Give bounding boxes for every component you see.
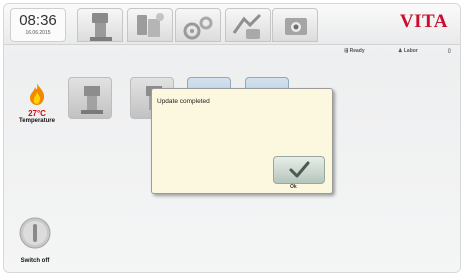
checkmark-icon	[289, 161, 310, 178]
settings-icon	[183, 16, 213, 40]
furnace-program-icon	[81, 86, 103, 114]
status-ready-label: Ready	[349, 48, 365, 54]
temperature-value: 27°C	[28, 109, 46, 118]
tab-service[interactable]	[225, 8, 271, 42]
program-button-1[interactable]	[68, 77, 112, 119]
tab-settings[interactable]	[175, 8, 221, 42]
ok-button[interactable]	[273, 156, 325, 184]
dialog-message: Update completed	[157, 98, 210, 105]
status-user-label: Labor	[403, 48, 418, 54]
switch-off-label: Switch off	[20, 258, 50, 264]
tab-programs[interactable]	[127, 8, 173, 42]
flame-icon	[30, 83, 45, 105]
door-icon: ⇶	[344, 48, 349, 54]
vita-logo: VITA	[399, 11, 448, 32]
user-icon: ♟	[398, 48, 403, 54]
service-icon	[232, 13, 262, 39]
update-dialog: Update completed Ok	[151, 88, 333, 194]
ok-label: Ok	[290, 184, 297, 190]
tab-photo[interactable]	[272, 8, 318, 42]
furnace-icon	[90, 13, 112, 41]
programs-icon	[137, 13, 164, 37]
clock-time: 08:36	[19, 12, 57, 29]
temperature-label: Temperature	[19, 118, 55, 124]
status-user: ♟ Labor	[398, 48, 418, 54]
clock: 08:36 16.06.2015	[10, 8, 66, 42]
status-more-icon: ▯	[448, 48, 451, 54]
power-icon[interactable]	[18, 216, 52, 250]
switch-off-control[interactable]: Switch off	[12, 216, 58, 264]
header-bar: 08:36 16.06.2015 VITA	[4, 4, 460, 45]
furnace-screen: 08:36 16.06.2015 VITA ⇶ Ready ♟ Labor ▯ …	[3, 3, 461, 273]
clock-date: 16.06.2015	[25, 30, 51, 36]
tab-furnace[interactable]	[77, 8, 123, 42]
status-ready: ⇶ Ready	[344, 48, 365, 54]
temperature-display: 27°C Temperature	[16, 82, 58, 124]
camera-icon	[285, 18, 307, 35]
